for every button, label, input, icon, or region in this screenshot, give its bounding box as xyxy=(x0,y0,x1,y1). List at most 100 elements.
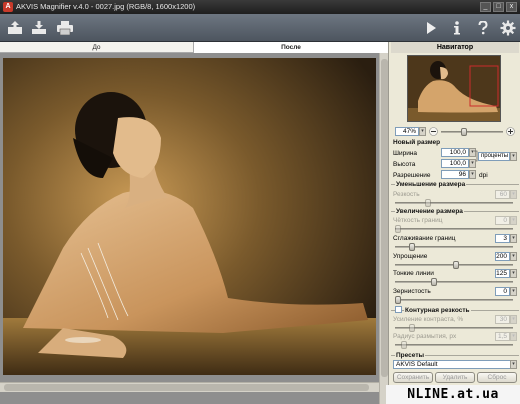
help-icon xyxy=(478,21,488,35)
reset-preset-button[interactable]: Сброс xyxy=(477,372,517,383)
fine-lines-field[interactable]: 125 xyxy=(495,269,510,278)
contrast-knob[interactable] xyxy=(409,324,415,332)
edge-sharpness-slider[interactable] xyxy=(395,225,513,233)
open-button[interactable] xyxy=(4,18,26,38)
fine-lines-spinner[interactable]: ▾ xyxy=(510,269,517,278)
zoom-slider-knob[interactable] xyxy=(461,128,467,136)
contrast-label: Усиление контраста, % xyxy=(393,316,464,323)
image-canvas[interactable] xyxy=(0,53,388,404)
radius-knob[interactable] xyxy=(401,341,407,349)
grain-spinner[interactable]: ▾ xyxy=(510,287,517,296)
sharpness-spinner[interactable]: ▾ xyxy=(510,190,517,199)
resolution-spinner[interactable]: ▾ xyxy=(469,170,476,179)
height-spinner[interactable]: ▾ xyxy=(469,159,476,168)
reduce-title: Уменьшение размера xyxy=(395,181,467,188)
open-icon xyxy=(8,21,22,34)
unsharp-checkbox[interactable] xyxy=(395,306,402,313)
enlarge-title: Увеличение размера xyxy=(395,208,464,215)
window-title: AKVIS Magnifier v.4.0 - 0027.jpg (RGB/8,… xyxy=(16,2,196,11)
width-field[interactable]: 100,0 xyxy=(441,148,469,157)
delete-preset-button[interactable]: Удалить xyxy=(435,372,475,383)
smoothing-label: Сглаживание границ xyxy=(393,235,456,242)
unit-dropdown[interactable]: ▾ xyxy=(510,152,517,161)
sharpness-knob[interactable] xyxy=(425,199,431,207)
horizontal-scroll-thumb[interactable] xyxy=(4,384,369,391)
maximize-button[interactable]: □ xyxy=(493,2,504,12)
vertical-scroll-thumb[interactable] xyxy=(381,59,388,377)
edge-sharpness-field[interactable]: 0 xyxy=(495,216,510,225)
smoothing-spinner[interactable]: ▾ xyxy=(510,234,517,243)
print-icon xyxy=(57,21,73,35)
app-icon: A xyxy=(3,2,13,12)
grain-field[interactable]: 0 xyxy=(495,287,510,296)
close-button[interactable]: x xyxy=(506,2,517,12)
save-preset-button[interactable]: Сохранить xyxy=(393,372,433,383)
smoothing-slider[interactable] xyxy=(395,243,513,251)
vertical-scrollbar[interactable] xyxy=(379,53,388,404)
settings-button[interactable] xyxy=(497,18,519,38)
watermark: NLINE.at.ua xyxy=(386,385,520,404)
settings-icon xyxy=(500,20,516,36)
view-tabs: До После xyxy=(0,42,388,53)
fine-lines-knob[interactable] xyxy=(431,278,437,286)
print-button[interactable] xyxy=(54,18,76,38)
radius-field[interactable]: 1,5 xyxy=(495,332,510,341)
settings-panel: Навигатор 47% ▾ Новый размер Ширина 100,… xyxy=(388,42,520,404)
info-icon xyxy=(454,21,460,35)
sharpness-label: Резкость xyxy=(393,191,420,198)
smoothing-knob[interactable] xyxy=(409,243,415,251)
new-size-title: Новый размер xyxy=(393,139,441,146)
height-label: Высота xyxy=(393,161,416,168)
run-icon xyxy=(427,22,436,34)
title-bar: A AKVIS Magnifier v.4.0 - 0027.jpg (RGB/… xyxy=(0,0,520,14)
save-button[interactable] xyxy=(28,18,50,38)
edge-sharpness-knob[interactable] xyxy=(395,225,401,233)
presets-title: Пресеты xyxy=(395,352,426,359)
portrait-image xyxy=(3,58,376,375)
navigator-thumbnail xyxy=(408,56,500,121)
tab-after[interactable]: После xyxy=(194,42,388,53)
simplification-slider[interactable] xyxy=(395,261,513,269)
minimize-button[interactable]: _ xyxy=(480,2,491,12)
run-button[interactable] xyxy=(420,18,442,38)
resolution-label: Разрешение xyxy=(393,172,431,179)
zoom-dropdown[interactable]: ▾ xyxy=(419,127,426,136)
help-button[interactable] xyxy=(472,18,494,38)
zoom-out-icon[interactable] xyxy=(429,127,438,136)
navigator-preview[interactable] xyxy=(407,55,501,122)
preset-dropdown[interactable]: ▾ xyxy=(510,360,517,369)
fine-lines-label: Тонкие линии xyxy=(393,270,434,277)
smoothing-field[interactable]: 3 xyxy=(495,234,510,243)
grain-slider[interactable] xyxy=(395,296,513,304)
simplification-label: Упрощение xyxy=(393,253,428,260)
unit-select[interactable]: проценты xyxy=(478,152,510,161)
grain-knob[interactable] xyxy=(395,296,401,304)
sharpness-slider[interactable] xyxy=(395,199,513,207)
edge-sharpness-spinner[interactable]: ▾ xyxy=(510,216,517,225)
simplification-field[interactable]: 200 xyxy=(495,252,510,261)
radius-slider[interactable] xyxy=(395,341,513,349)
simplification-knob[interactable] xyxy=(453,261,459,269)
simplification-spinner[interactable]: ▾ xyxy=(510,252,517,261)
edge-sharpness-label: Чёткость границ xyxy=(393,217,443,224)
contrast-slider[interactable] xyxy=(395,324,513,332)
resolution-field[interactable]: 96 xyxy=(441,170,469,179)
navigator-title: Навигатор xyxy=(391,42,519,53)
info-button[interactable] xyxy=(446,18,468,38)
unsharp-title: Контурная резкость xyxy=(404,307,471,314)
zoom-field[interactable]: 47% xyxy=(395,127,419,136)
fine-lines-slider[interactable] xyxy=(395,278,513,286)
sharpness-field[interactable]: 60 xyxy=(495,190,510,199)
contrast-spinner[interactable]: ▾ xyxy=(510,315,517,324)
zoom-in-icon[interactable] xyxy=(506,127,515,136)
tab-before[interactable]: До xyxy=(0,42,194,53)
horizontal-scrollbar[interactable] xyxy=(0,382,379,392)
height-field[interactable]: 100,0 xyxy=(441,159,469,168)
radius-label: Радиус размытия, px xyxy=(393,333,457,340)
radius-spinner[interactable]: ▾ xyxy=(510,332,517,341)
zoom-slider[interactable] xyxy=(441,128,503,136)
contrast-field[interactable]: 30 xyxy=(495,315,510,324)
photo xyxy=(3,58,376,375)
preset-select[interactable]: AKVIS Default xyxy=(393,360,511,369)
resolution-unit: dpi xyxy=(479,172,488,179)
